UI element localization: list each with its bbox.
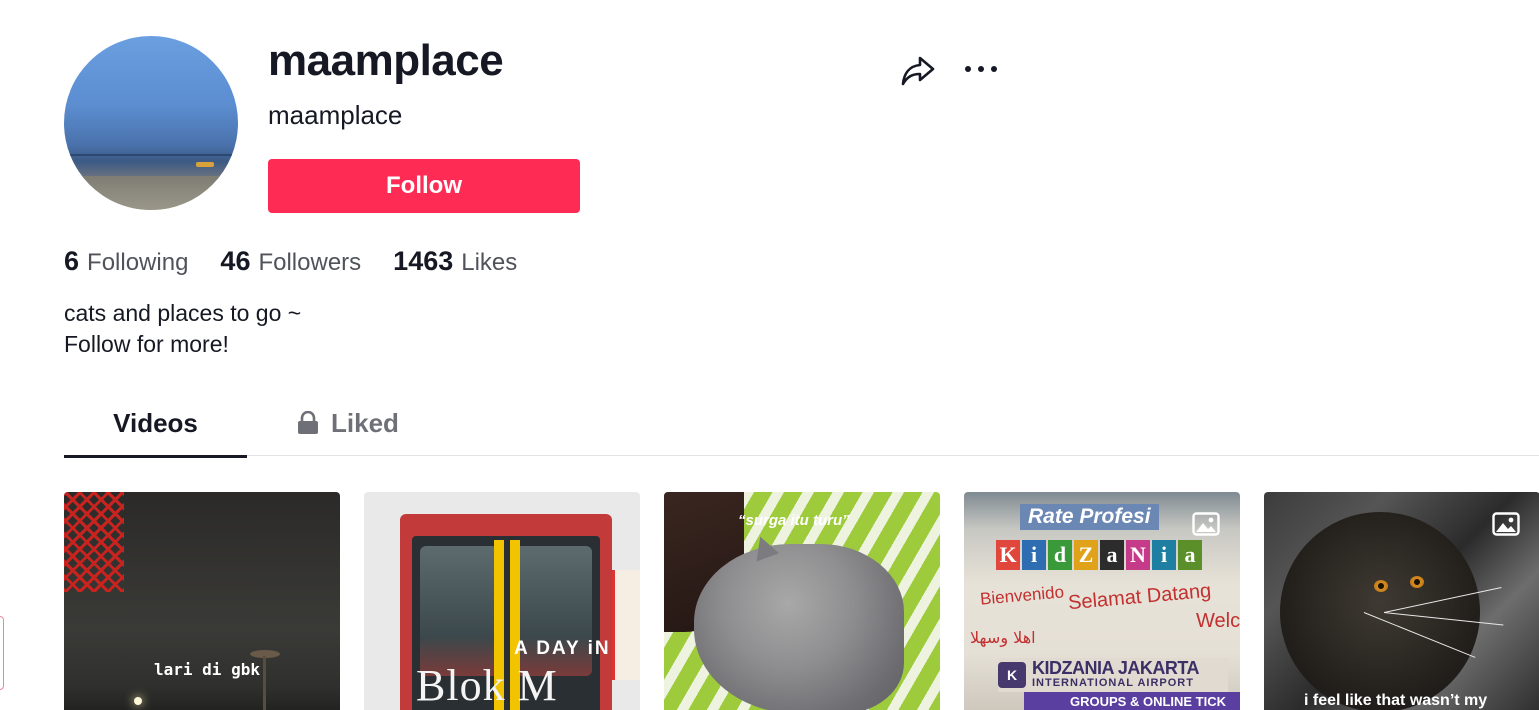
video-card[interactable]: lari di gbk: [64, 492, 340, 710]
stat-label: Following: [87, 249, 189, 276]
stat-followers[interactable]: 46 Followers: [220, 246, 361, 277]
sign-text: Selamat Datang: [1067, 579, 1213, 615]
tab-label: Videos: [113, 407, 198, 438]
photo-card[interactable]: Rate Profesi K i d Z a N i a Bienvenido …: [964, 492, 1240, 710]
video-overlay-text: i feel like that wasn’t my: [1304, 692, 1488, 709]
avatar-beach: [64, 176, 238, 210]
active-tab-underline: [64, 455, 247, 458]
cat-eye: [1410, 576, 1424, 588]
tab-liked[interactable]: Liked: [296, 390, 400, 456]
sign-text: Welc: [1196, 610, 1240, 632]
profile-stats: 6 Following 46 Followers 1463 Likes: [64, 246, 549, 277]
sign-text: INTERNATIONAL AIRPORT: [1032, 677, 1194, 689]
avatar-boat: [196, 162, 214, 167]
profile-avatar[interactable]: [64, 36, 238, 210]
cat-eye: [1374, 580, 1388, 592]
sign-letter: a: [1100, 540, 1124, 570]
stat-following[interactable]: 6 Following: [64, 246, 188, 277]
profile-nickname: maamplace: [268, 100, 403, 130]
lamp-pole: [263, 656, 266, 710]
stat-value: 6: [64, 246, 80, 276]
stat-value: 1463: [393, 246, 454, 276]
video-overlay-text: lari di gbk: [154, 660, 260, 679]
sign-text: اهلا وسهلا: [970, 628, 1036, 647]
light-glow: [134, 697, 142, 705]
video-overlay-text: A DAY iN: [514, 638, 611, 659]
sign-letter: Z: [1074, 540, 1098, 570]
bio-line: Follow for more!: [64, 331, 229, 357]
kidzania-letters: K i d Z a N i a: [996, 540, 1202, 570]
lock-icon: [298, 411, 319, 434]
tab-label: Liked: [331, 407, 399, 438]
sign-letter: a: [1178, 540, 1202, 570]
profile-tabs: Videos Liked: [64, 390, 1539, 458]
photo-icon: [1192, 512, 1220, 536]
sign-text: KIDZANIA JAKARTA: [1032, 658, 1200, 678]
door-window: [420, 546, 498, 676]
stat-label: Followers: [258, 249, 362, 276]
sign-text: GROUPS & ONLINE TICK: [1024, 692, 1240, 710]
sign-text: Bienvenido: [979, 582, 1065, 609]
stat-label: Likes: [461, 249, 518, 276]
video-card[interactable]: A DAY iN Blok M: [364, 492, 640, 710]
stat-value: 46: [220, 246, 251, 276]
share-arrow-icon[interactable]: [900, 52, 936, 88]
video-overlay-text: Rate Profesi: [1020, 504, 1159, 530]
black-cat: [1280, 512, 1480, 710]
kidzania-logo: K: [998, 662, 1026, 688]
sign-letter: i: [1152, 540, 1176, 570]
photo-card[interactable]: i feel like that wasn’t my: [1264, 492, 1539, 710]
sign-letter: K: [996, 540, 1020, 570]
video-card[interactable]: “surga itu turu”: [664, 492, 940, 710]
stadium-truss: [64, 492, 124, 592]
avatar-horizon: [64, 154, 238, 156]
more-options-icon[interactable]: [962, 52, 1000, 86]
follow-button[interactable]: Follow: [268, 159, 580, 213]
sign-letter: d: [1048, 540, 1072, 570]
stat-likes: 1463 Likes: [393, 246, 517, 277]
sign-letter: N: [1126, 540, 1150, 570]
profile-username: maamplace: [268, 36, 504, 85]
profile-bio: cats and places to go ~ Follow for more!: [64, 298, 301, 360]
bio-line: cats and places to go ~: [64, 300, 302, 326]
sign-letter: i: [1022, 540, 1046, 570]
wall-poster: [612, 570, 640, 680]
side-panel-edge: [0, 616, 4, 690]
kidzania-jakarta-sign: K KIDZANIA JAKARTA INTERNATIONAL AIRPORT: [998, 658, 1228, 692]
photo-icon: [1492, 512, 1520, 536]
grey-cat: [694, 544, 904, 710]
video-overlay-text: “surga itu turu”: [738, 512, 850, 529]
video-overlay-title: Blok M: [416, 661, 558, 710]
tab-videos[interactable]: Videos: [64, 390, 247, 458]
